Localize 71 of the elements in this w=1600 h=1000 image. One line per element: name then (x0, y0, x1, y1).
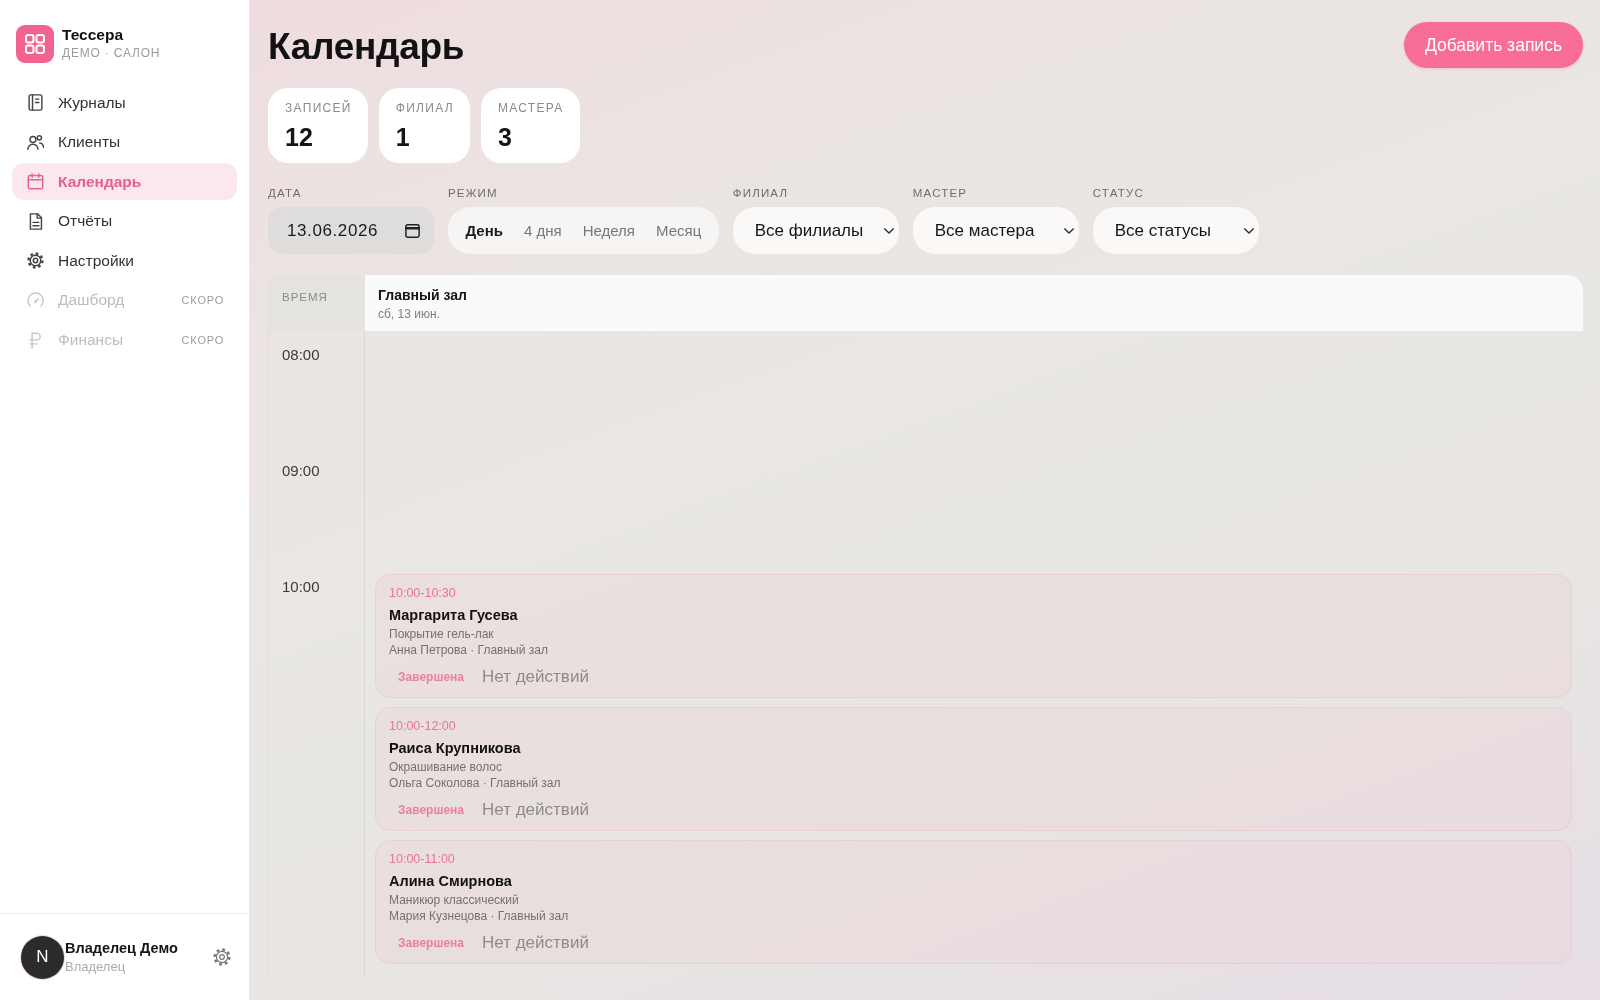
time-column-header: ВРЕМЯ (268, 275, 365, 331)
calendar-icon (27, 173, 44, 191)
settings-icon[interactable] (213, 948, 231, 966)
nav-item[interactable]: Отчёты (12, 202, 237, 240)
notebook-icon (27, 94, 44, 111)
stat-value: 3 (497, 122, 513, 152)
appointment-time: 10:00-10:30 (389, 585, 457, 601)
document-icon (27, 212, 44, 230)
nav-item[interactable]: Журналы (12, 84, 237, 121)
appointment-time: 10:00-12:00 (389, 718, 457, 734)
chevron-down-icon (1063, 227, 1074, 234)
service-name: Покрытие гель-лак (389, 626, 495, 642)
date-field[interactable]: 13.06.2026 (268, 207, 434, 254)
avatar-button[interactable]: N (21, 935, 64, 979)
filter-select[interactable]: Все статусы (1092, 207, 1259, 254)
client-name: Раиса Крупникова (389, 739, 522, 757)
master-and-hall: Ольга Соколова · Главный зал (389, 775, 562, 791)
stat-label: МАСТЕРА (497, 101, 564, 115)
view-mode-tab[interactable]: День (455, 211, 514, 250)
master-and-hall: Мария Кузнецова · Главный зал (389, 908, 570, 924)
brand-name: Тессера (62, 25, 125, 44)
users-icon (27, 133, 44, 151)
hall-name: Главный зал (378, 286, 468, 304)
filter-label: СТАТУС (1092, 187, 1145, 200)
appointment-card[interactable]: 10:00-11:00 Алина Смирнова Маникюр классический Мария Кузнецова · Главный зал Завершена Нет действий (375, 840, 1572, 964)
chevron-down-icon (883, 227, 894, 234)
stat-value: 12 (285, 122, 314, 152)
client-name: Маргарита Гусева (389, 606, 519, 624)
stat-label: ФИЛИАЛ (395, 101, 454, 115)
coming-soon-label: СКОРО (181, 294, 224, 307)
appointment-card[interactable]: 10:00-10:30 Маргарита Гусева Покрытие гель-лак Анна Петрова · Главный зал Завершена Нет действий (375, 574, 1572, 698)
appointment-time: 10:00-11:00 (389, 851, 456, 867)
filter-select[interactable]: Все мастера (912, 207, 1079, 254)
status-label: Завершена (398, 936, 464, 950)
coming-soon-label: СКОРО (181, 334, 224, 347)
hour-label: 08:00 (282, 346, 320, 363)
view-mode-tab[interactable]: Месяц (645, 211, 712, 250)
status-label: Завершена (398, 803, 464, 817)
brand-subtitle: ДЕМО · САЛОН (62, 44, 161, 61)
gauge-icon (27, 291, 44, 309)
ruble-icon (27, 331, 44, 349)
service-name: Маникюр классический (389, 892, 520, 908)
chevron-down-icon (1243, 227, 1254, 234)
filter-label: ДАТА (268, 187, 303, 200)
filter-select[interactable]: Все филиалы (732, 207, 899, 254)
no-actions-label: Нет действий (482, 933, 589, 953)
appointment-card[interactable]: 10:00-12:00 Раиса Крупникова Окрашивание волос Ольга Соколова · Главный зал Завершена Нет действий (375, 707, 1572, 831)
user-name: Владелец Демо (65, 938, 178, 957)
settings-icon (27, 252, 44, 270)
stat-label: ЗАПИСЕЙ (285, 101, 352, 115)
no-actions-label: Нет действий (482, 667, 589, 687)
calendar-icon[interactable] (405, 223, 420, 238)
stat-value: 1 (395, 122, 411, 152)
logo-icon (16, 25, 54, 63)
view-mode-tab[interactable]: Неделя (572, 211, 646, 250)
status-label: Завершена (398, 670, 464, 684)
client-name: Алина Смирнова (389, 872, 513, 890)
hour-label: 10:00 (282, 578, 320, 595)
hour-label: 09:00 (282, 462, 320, 479)
filter-label: РЕЖИМ (448, 187, 499, 200)
no-actions-label: Нет действий (482, 800, 589, 820)
filter-label: МАСТЕР (912, 187, 969, 200)
master-and-hall: Анна Петрова · Главный зал (389, 642, 549, 658)
page-title: Календарь (268, 25, 465, 69)
user-role: Владелец (65, 957, 127, 976)
service-name: Окрашивание волос (389, 759, 503, 775)
nav-item[interactable]: Настройки (12, 242, 237, 280)
view-mode-tab[interactable]: 4 дня (513, 211, 573, 250)
filter-label: ФИЛИАЛ (732, 187, 790, 200)
nav-item[interactable]: Клиенты (12, 123, 237, 161)
column-date: сб, 13 июн. (378, 306, 441, 322)
